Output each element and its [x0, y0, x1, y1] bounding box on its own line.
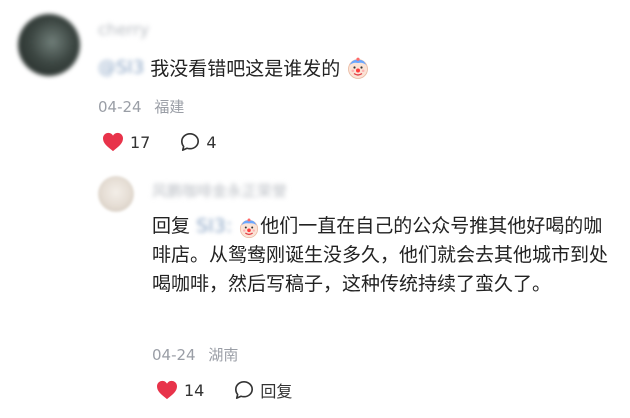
comment-content: @SI3 我没看错吧这是谁发的	[98, 54, 370, 81]
clown-face-emoji-icon	[346, 56, 370, 80]
reply-mention-link[interactable]: SI3:	[196, 215, 232, 237]
heart-icon[interactable]	[156, 380, 178, 400]
comment-location: 福建	[154, 98, 185, 116]
reply-content: 回复 SI3: 他们一直在自己的公众号推其他好喝的咖啡店。从鸳鸯刚诞生没多久，他…	[152, 212, 614, 299]
comment-bubble-icon[interactable]	[234, 380, 254, 400]
avatar[interactable]	[18, 14, 80, 76]
reply-prefix: 回复	[152, 215, 191, 237]
reply-button[interactable]: 回复	[260, 378, 292, 402]
comment-username[interactable]: cherry	[98, 20, 149, 39]
mention-link[interactable]: @SI3	[98, 57, 144, 78]
reply-meta: 04-24 湖南	[152, 344, 238, 365]
comment-actions: 17 4	[102, 132, 217, 152]
comment-date: 04-24	[98, 98, 142, 116]
comment-thread: cherry @SI3 我没看错吧这是谁发的 04-24 福建 17 4 风鹏咖…	[0, 0, 630, 418]
reply-avatar[interactable]	[98, 176, 134, 212]
heart-icon[interactable]	[102, 132, 124, 152]
reply-location: 湖南	[208, 346, 239, 364]
like-count: 17	[130, 132, 151, 152]
reply-username[interactable]: 风鹏咖啡金永正荣誉	[152, 180, 287, 201]
reply-date: 04-24	[152, 346, 196, 364]
reply-actions: 14 回复	[156, 378, 292, 402]
reply-count: 4	[206, 132, 217, 152]
comment-meta: 04-24 福建	[98, 96, 184, 117]
comment-text: 我没看错吧这是谁发的	[150, 58, 341, 80]
clown-face-emoji-icon	[238, 216, 260, 238]
comment-bubble-icon[interactable]	[180, 132, 200, 152]
reply-like-count: 14	[184, 380, 205, 400]
